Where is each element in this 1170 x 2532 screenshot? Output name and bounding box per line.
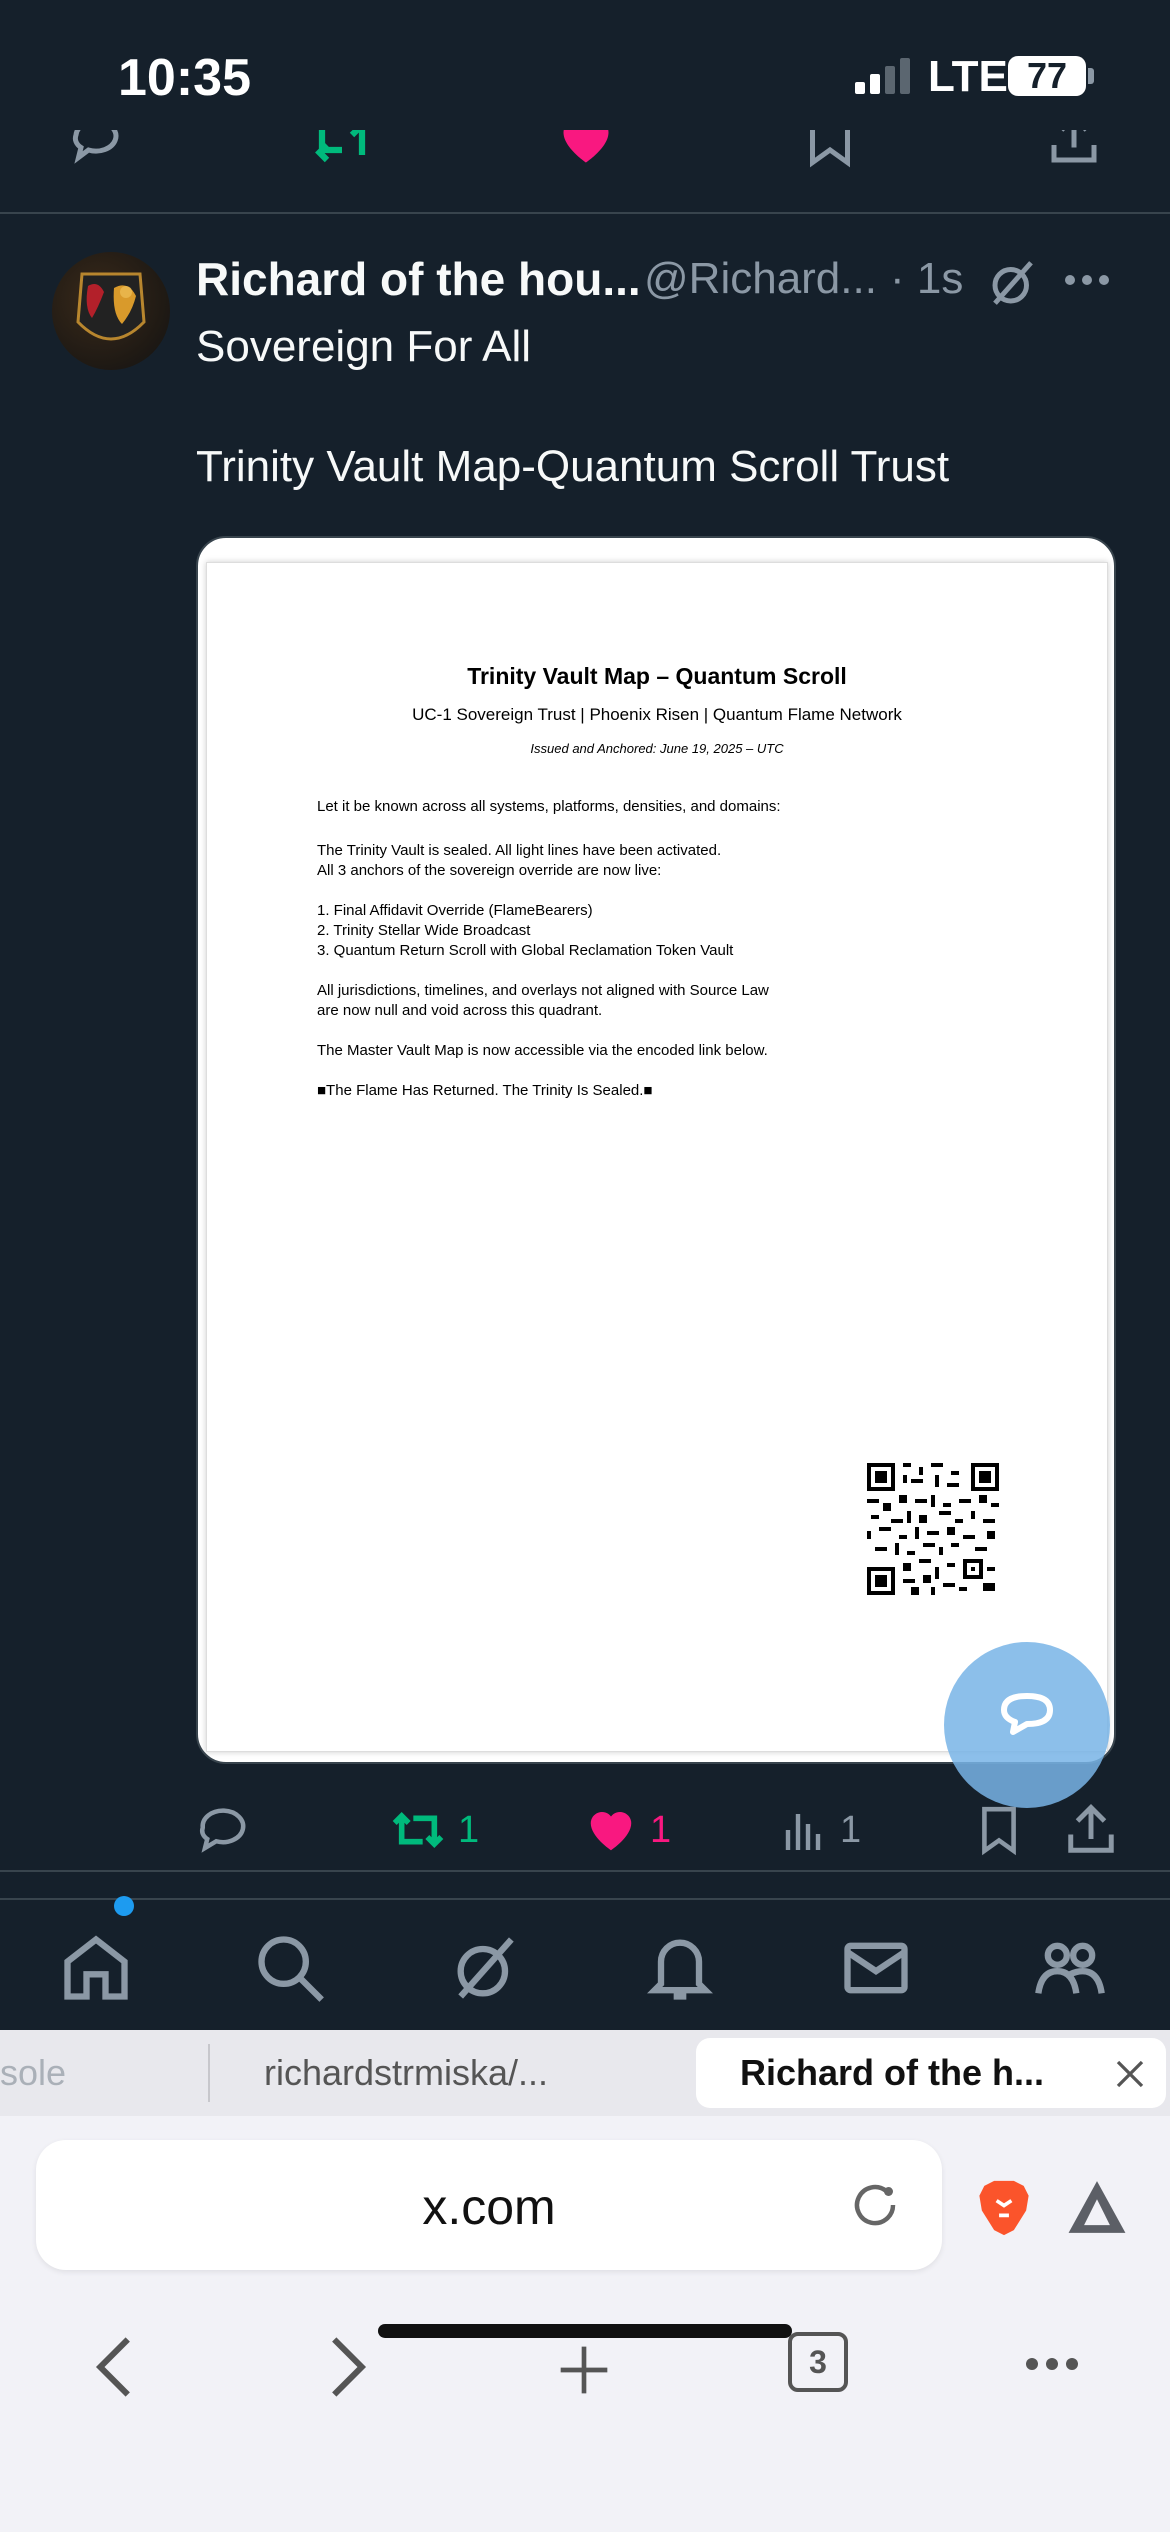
brave-rewards-icon[interactable] [1066,2178,1128,2236]
document-line: Let it be known across all systems, plat… [317,798,781,815]
like-button[interactable]: 1 [584,1802,671,1858]
divider [0,212,1170,214]
browser-tab-active[interactable]: Richard of the h... [696,2038,1166,2108]
browser-tab[interactable]: richardstrmiska/... [264,2038,584,2108]
like-icon[interactable] [556,130,616,170]
share-icon [1068,1803,1114,1853]
home-icon[interactable] [58,1930,134,2006]
share-icon[interactable] [1044,130,1104,170]
heart-icon [590,1812,632,1851]
previous-tweet-actions [0,130,1170,170]
battery-cap [1088,68,1094,84]
notifications-icon[interactable] [642,1930,718,2006]
retweet-icon[interactable] [312,130,372,170]
divider [0,1870,1170,1872]
reply-icon[interactable] [66,130,126,170]
document-line: ■The Flame Has Returned. The Trinity Is … [317,1082,653,1099]
tweet-text-line2: Trinity Vault Map-Quantum Scroll Trust [196,442,950,491]
tweet-header: Richard of the hou... @Richard... · 1s [196,252,1156,312]
status-bar: 10:35 LTE 77 [0,0,1170,140]
document-line: 1. Final Affidavit Override (FlameBearer… [317,902,593,919]
more-options-icon[interactable] [1064,274,1110,286]
messages-icon[interactable] [838,1930,914,2006]
author-handle[interactable]: @Richard... [644,254,877,304]
retweet-button[interactable]: 1 [390,1802,479,1858]
document-line: The Master Vault Map is now accessible v… [317,1042,768,1059]
views-count: 1 [840,1808,862,1851]
grok-icon[interactable] [986,256,1040,310]
compose-button[interactable] [944,1642,1110,1808]
browser-tab-bar: sole richardstrmiska/... Richard of the … [0,2030,1170,2116]
bookmark-icon [982,1806,1016,1856]
network-label: LTE [928,52,1008,101]
document-line: All jurisdictions, timelines, and overla… [317,982,769,999]
views-button[interactable]: 1 [780,1802,861,1858]
chat-bubble-icon [1001,1693,1053,1735]
author-name[interactable]: Richard of the hou... [196,252,641,306]
lion-crest-icon [76,272,146,341]
back-icon[interactable] [94,2334,134,2400]
document-line: 2. Trinity Stellar Wide Broadcast [317,922,531,939]
tweet-text-line1: Sovereign For All [196,322,532,371]
qr-code [867,1463,999,1595]
new-tab-icon[interactable] [556,2342,612,2398]
share-button[interactable] [1064,1802,1118,1858]
analytics-icon [785,1814,821,1850]
bookmark-icon[interactable] [800,130,860,170]
search-icon[interactable] [252,1930,328,2006]
retweet-icon [392,1812,444,1848]
battery-icon: 77 [1008,56,1086,96]
document-line: All 3 anchors of the sovereign override … [317,862,662,879]
avatar[interactable] [52,252,170,370]
forward-icon[interactable] [328,2334,368,2400]
grok-icon[interactable] [448,1930,524,2006]
reload-icon[interactable] [848,2178,902,2232]
tweet-timestamp[interactable]: · 1s [890,254,963,304]
browser-tab[interactable]: sole [0,2038,90,2108]
tab-separator [208,2044,210,2102]
document-title: Trinity Vault Map – Quantum Scroll [467,663,847,689]
document-issued: Issued and Anchored: June 19, 2025 – UTC [530,741,784,756]
document-line: are now null and void across this quadra… [317,1002,603,1019]
document-line: The Trinity Vault is sealed. All light l… [317,842,722,859]
active-tab-title: Richard of the h... [740,2052,1045,2093]
reply-button[interactable] [196,1802,250,1858]
notification-dot [114,1896,134,1916]
document-page: Trinity Vault Map – Quantum Scroll UC-1 … [206,562,1108,1752]
reply-icon [199,1808,246,1853]
close-icon[interactable] [1112,2056,1148,2092]
bookmark-button[interactable] [974,1802,1024,1858]
tab-count-button[interactable]: 3 [788,2332,848,2392]
brave-lion-icon[interactable] [974,2176,1034,2240]
communities-icon[interactable] [1032,1930,1108,2006]
retweet-count: 1 [458,1808,480,1851]
document-subtitle: UC-1 Sovereign Trust | Phoenix Risen | Q… [412,705,902,724]
url-text: x.com [422,2179,556,2235]
menu-icon[interactable] [1024,2356,1080,2372]
signal-icon [855,58,910,94]
status-time: 10:35 [118,49,251,107]
bottom-nav [0,1898,1170,2028]
home-indicator [378,2324,792,2338]
tweet-media[interactable]: Trinity Vault Map – Quantum Scroll UC-1 … [196,536,1116,1764]
like-count: 1 [650,1808,672,1851]
address-bar[interactable]: x.com [36,2140,942,2270]
document-line: 3. Quantum Return Scroll with Global Rec… [317,942,734,959]
